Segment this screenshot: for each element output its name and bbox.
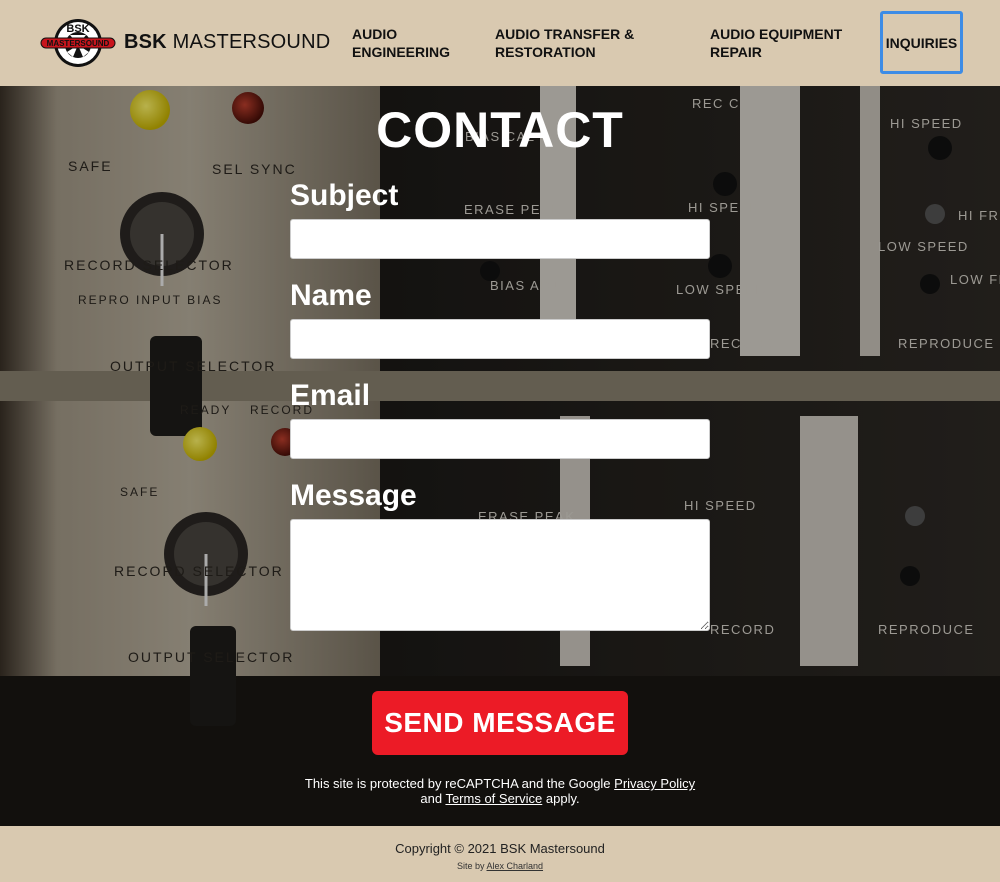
recaptcha-notice: This site is protected by reCAPTCHA and … bbox=[0, 776, 1000, 806]
nav-audio-transfer-restoration[interactable]: AUDIO TRANSFER & RESTORATION bbox=[495, 25, 675, 61]
bsk-logo-icon: BSK MASTERSOUND bbox=[40, 19, 116, 67]
nav-audio-engineering[interactable]: AUDIO ENGINEERING bbox=[352, 25, 482, 61]
site-credit: Site by Alex Charland bbox=[0, 861, 1000, 871]
site-footer: Copyright © 2021 BSK Mastersound Site by… bbox=[0, 826, 1000, 882]
nav-inquiries[interactable]: INQUIRIES bbox=[880, 11, 963, 74]
send-message-button[interactable]: SEND MESSAGE bbox=[372, 691, 628, 755]
nav-audio-equipment-repair[interactable]: AUDIO EQUIPMENT REPAIR bbox=[710, 25, 870, 61]
privacy-policy-link[interactable]: Privacy Policy bbox=[614, 776, 695, 791]
message-textarea[interactable] bbox=[290, 519, 710, 631]
message-label: Message bbox=[290, 479, 417, 512]
site-logo[interactable]: BSK MASTERSOUND bbox=[40, 18, 116, 68]
name-label: Name bbox=[290, 279, 372, 312]
logo-band-text: MASTERSOUND bbox=[47, 39, 110, 48]
page-title: CONTACT bbox=[376, 102, 624, 158]
copyright-text: Copyright © 2021 BSK Mastersound bbox=[395, 841, 605, 856]
brand-bold: BSK bbox=[124, 31, 167, 53]
recaptcha-text-1: This site is protected by reCAPTCHA and … bbox=[304, 776, 611, 791]
terms-of-service-link[interactable]: Terms of Service bbox=[445, 791, 542, 806]
brand-rest: MASTERSOUND bbox=[172, 31, 331, 53]
recaptcha-text-2: and bbox=[420, 791, 443, 806]
recaptcha-text-3: apply. bbox=[545, 791, 580, 806]
credit-link[interactable]: Alex Charland bbox=[487, 861, 544, 871]
name-input[interactable] bbox=[290, 319, 710, 359]
brand-name[interactable]: BSK MASTERSOUND bbox=[124, 31, 330, 54]
subject-input[interactable] bbox=[290, 219, 710, 259]
credit-prefix: Site by bbox=[456, 861, 485, 871]
email-input[interactable] bbox=[290, 419, 710, 459]
subject-label: Subject bbox=[290, 179, 399, 212]
site-header: BSK MASTERSOUND BSK MASTERSOUND AUDIO EN… bbox=[0, 0, 1000, 86]
email-label: Email bbox=[290, 379, 371, 412]
logo-top-text: BSK bbox=[66, 23, 89, 35]
